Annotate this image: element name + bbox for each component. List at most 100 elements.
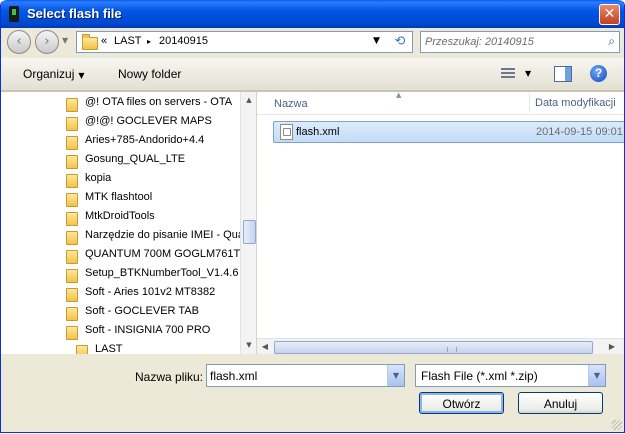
- xml-file-icon: [280, 124, 293, 140]
- folder-icon: [66, 326, 78, 340]
- tree-item[interactable]: Setup_BTKNumberTool_V1.4.6: [63, 264, 241, 283]
- filename-combobox[interactable]: ▼: [206, 364, 405, 387]
- file-date: 2014-09-15 09:01: [536, 126, 623, 138]
- scroll-down-icon[interactable]: ▼: [243, 339, 255, 351]
- tree-item[interactable]: Gosung_QUAL_LTE: [63, 150, 241, 169]
- tree-item-label: QUANTUM 700M GOGLM761TDV: [85, 248, 241, 260]
- refresh-button[interactable]: ⟲: [388, 31, 413, 53]
- close-button[interactable]: ✕: [599, 4, 620, 25]
- tree-item-label: Soft - GOCLEVER TAB: [85, 305, 199, 317]
- help-icon[interactable]: ?: [590, 65, 607, 82]
- folder-icon: [66, 193, 78, 207]
- breadcrumb-separator-icon[interactable]: ▸: [147, 37, 151, 46]
- folder-icon: [82, 34, 98, 50]
- new-folder-button[interactable]: Nowy folder: [118, 67, 181, 81]
- search-box[interactable]: ⌕: [420, 31, 620, 53]
- breadcrumb-item-last[interactable]: LAST: [114, 35, 142, 47]
- filename-dropdown-icon[interactable]: ▼: [387, 365, 404, 386]
- tree-scrollbar[interactable]: ▲ ▼: [240, 92, 256, 354]
- cancel-button[interactable]: Anuluj: [518, 392, 603, 414]
- tree-item[interactable]: QUANTUM 700M GOGLM761TDV: [63, 245, 241, 264]
- view-dropdown-icon[interactable]: ▼: [525, 69, 531, 78]
- resize-grip[interactable]: [612, 420, 622, 430]
- folder-icon: [66, 269, 78, 283]
- tree-item-label: @!@! GOCLEVER MAPS: [85, 115, 212, 127]
- folder-icon: [66, 155, 78, 169]
- scrollbar-thumb[interactable]: [274, 341, 593, 354]
- app-icon: [9, 6, 19, 22]
- filetype-value: Flash File (*.xml *.zip): [421, 369, 538, 383]
- folder-icon: [66, 307, 78, 321]
- column-header: ▲ Nazwa Data modyfikacji: [257, 91, 624, 115]
- address-row: ‹ › ▼ « LAST ▸ 20140915 ▼ ⟲ ⌕: [1, 28, 624, 56]
- column-date-header[interactable]: Data modyfikacji: [535, 97, 616, 109]
- folder-icon: [66, 174, 78, 188]
- search-input[interactable]: [425, 34, 595, 49]
- tree-item[interactable]: Aries+785-Andorido+4.4: [63, 131, 241, 150]
- breadcrumb-item-current[interactable]: 20140915: [159, 35, 208, 47]
- tree-item[interactable]: MTK flashtool: [63, 188, 241, 207]
- column-separator[interactable]: [529, 93, 530, 113]
- tree-item[interactable]: @!@! GOCLEVER MAPS: [63, 112, 241, 131]
- filename-input[interactable]: [210, 368, 382, 383]
- file-list-hscrollbar[interactable]: ◀ ▶: [257, 338, 624, 355]
- tree-item-label: kopia: [85, 172, 112, 184]
- file-row-selected[interactable]: flash.xml 2014-09-15 09:01: [273, 121, 624, 143]
- chevron-down-icon: ▼: [78, 71, 85, 80]
- tree-item[interactable]: Soft - INSIGNIA 700 PRO: [63, 321, 241, 340]
- forward-button[interactable]: ›: [35, 30, 59, 54]
- folder-icon: [66, 136, 78, 150]
- folder-icon: [66, 231, 78, 245]
- tree-item-label: Soft - INSIGNIA 700 PRO: [85, 324, 211, 336]
- tree-item-label: Aries+785-Andorido+4.4: [85, 134, 205, 146]
- address-bar[interactable]: « LAST ▸ 20140915 ▼: [76, 31, 390, 53]
- tree-item-label: @! OTA files on servers - OTA: [85, 96, 233, 108]
- tree-item[interactable]: Soft - Aries 101v2 MT8382: [63, 283, 241, 302]
- tree-item-label: MtkDroidTools: [85, 210, 155, 222]
- address-dropdown-icon[interactable]: ▼: [373, 36, 380, 46]
- folder-icon: [66, 288, 78, 302]
- tree-item[interactable]: Soft - GOCLEVER TAB: [63, 302, 241, 321]
- back-button[interactable]: ‹: [7, 30, 31, 54]
- file-list: ▲ Nazwa Data modyfikacji flash.xml 2014-…: [257, 91, 624, 355]
- tree-item[interactable]: Narzędzie do pisanie IMEI - Qua: [63, 226, 241, 245]
- organize-label: Organizuj: [23, 67, 75, 81]
- breadcrumb-overflow[interactable]: «: [101, 35, 107, 47]
- filetype-dropdown-icon[interactable]: ▼: [588, 365, 605, 386]
- folder-icon: [66, 117, 78, 131]
- window-title: Select flash file: [27, 6, 122, 21]
- search-icon[interactable]: ⌕: [608, 34, 615, 49]
- scrollbar-grip: [447, 347, 457, 352]
- tree-item-label: Setup_BTKNumberTool_V1.4.6: [85, 267, 239, 279]
- title-bar[interactable]: Select flash file ✕: [1, 0, 624, 28]
- command-bar: Organizuj ▼ Nowy folder ▼ ?: [1, 58, 624, 91]
- tree-item[interactable]: MtkDroidTools: [63, 207, 241, 226]
- organize-button[interactable]: Organizuj ▼: [23, 67, 85, 81]
- recent-pages-chevron-icon[interactable]: ▼: [62, 36, 68, 45]
- tree-item-label: MTK flashtool: [85, 191, 153, 203]
- tree-item[interactable]: kopia: [63, 169, 241, 188]
- tree-item-label: Gosung_QUAL_LTE: [85, 153, 186, 165]
- scroll-right-icon[interactable]: ▶: [606, 341, 618, 353]
- dialog-footer: Nazwa pliku: ▼ Flash File (*.xml *.zip) …: [1, 354, 624, 432]
- folder-icon: [66, 212, 78, 226]
- dialog-window: Select flash file ✕ ‹ › ▼ « LAST ▸ 20140…: [0, 0, 625, 433]
- tree-item-current[interactable]: LAST: [73, 340, 251, 354]
- sort-ascending-icon: ▲: [396, 91, 402, 99]
- view-options-icon[interactable]: [501, 68, 515, 79]
- filename-label: Nazwa pliku:: [135, 370, 204, 384]
- scrollbar-thumb[interactable]: [243, 220, 256, 244]
- tree-item-label: Narzędzie do pisanie IMEI - Qua: [85, 229, 241, 241]
- folder-icon: [76, 345, 88, 354]
- tree-item[interactable]: @! OTA files on servers - OTA: [63, 93, 241, 112]
- scroll-up-icon[interactable]: ▲: [243, 94, 255, 106]
- scroll-left-icon[interactable]: ◀: [259, 341, 271, 353]
- open-button[interactable]: Otwórz: [419, 392, 504, 414]
- tree-item-label: LAST: [95, 343, 123, 354]
- filetype-select[interactable]: Flash File (*.xml *.zip) ▼: [415, 364, 606, 387]
- column-name-header[interactable]: Nazwa: [274, 98, 308, 110]
- tree-item-label: Soft - Aries 101v2 MT8382: [85, 286, 216, 298]
- preview-pane-icon[interactable]: [554, 66, 572, 82]
- folder-icon: [66, 250, 78, 264]
- folder-icon: [66, 98, 78, 112]
